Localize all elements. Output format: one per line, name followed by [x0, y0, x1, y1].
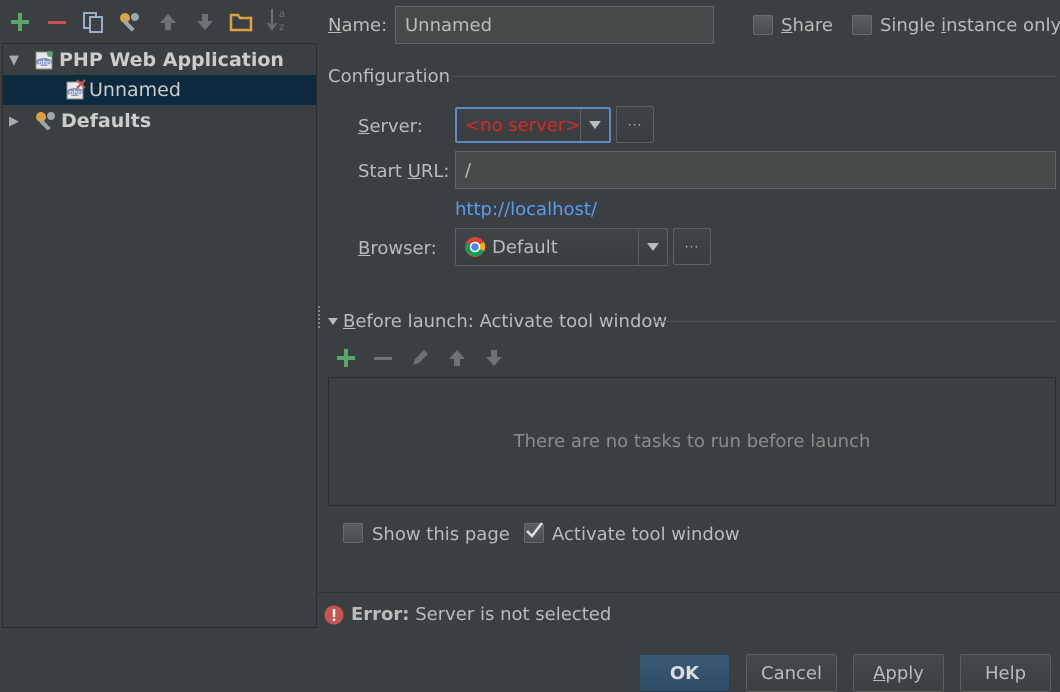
svg-text:php: php [38, 59, 52, 67]
move-up-icon [160, 14, 176, 30]
start-url-label: Start URL: [358, 161, 450, 182]
remove-icon [48, 21, 66, 24]
tasks-list[interactable]: There are no tasks to run before launch [328, 377, 1056, 506]
chevron-down-icon [580, 109, 609, 141]
add-icon [11, 13, 29, 31]
activate-tool-checkbox[interactable] [524, 522, 544, 543]
sort-button[interactable]: az [265, 7, 291, 33]
copy-button[interactable] [80, 9, 106, 35]
wrench-icon [36, 112, 55, 131]
chevron-down-icon [638, 229, 667, 265]
browser-select[interactable]: Default [455, 228, 668, 266]
svg-text:php: php [69, 89, 83, 97]
copy-icon [83, 12, 103, 33]
server-value: <no server> [465, 114, 581, 136]
localhost-link[interactable]: http://localhost/ [455, 199, 597, 220]
tree-item-label: Unnamed [89, 79, 181, 101]
error-text: Server is not selected [409, 604, 612, 625]
single-instance-checkbox[interactable] [852, 15, 872, 35]
server-label: Server: [358, 116, 423, 137]
move-task-up-button[interactable] [445, 346, 469, 370]
before-launch-toggle[interactable]: Before launch: Activate tool window [328, 311, 667, 332]
apply-button[interactable]: Apply [853, 654, 944, 692]
move-up-icon [449, 350, 465, 366]
checkmark-icon [526, 522, 543, 538]
svg-text:a: a [279, 9, 285, 20]
move-down-icon [197, 14, 213, 30]
before-launch-divider [653, 321, 1056, 322]
move-up-button[interactable] [155, 9, 181, 35]
svg-text:z: z [279, 22, 284, 33]
collapse-arrow-icon[interactable]: ▶ [6, 114, 22, 129]
show-page-label: Show this page [372, 524, 510, 545]
remove-icon [374, 357, 392, 360]
folder-button[interactable] [228, 9, 254, 35]
tree-item-defaults[interactable]: ▶ Defaults [3, 106, 316, 136]
browser-label: Browser: [358, 238, 437, 259]
cancel-button[interactable]: Cancel [746, 654, 837, 692]
before-launch-title: Before launch: Activate tool window [343, 311, 668, 332]
remove-button[interactable] [44, 9, 70, 35]
chrome-icon [465, 237, 486, 257]
start-url-input[interactable]: / [455, 151, 1056, 189]
move-down-icon [486, 350, 502, 366]
configuration-divider [452, 76, 1056, 77]
tree-item-label: Defaults [61, 110, 152, 132]
show-page-checkbox[interactable] [343, 523, 363, 543]
empty-tasks-text: There are no tasks to run before launch [513, 431, 871, 452]
php-icon: php [35, 51, 53, 70]
ok-button[interactable]: OK [639, 654, 730, 692]
collapse-triangle-icon [328, 318, 338, 325]
single-instance-label: Single instance only [880, 15, 1060, 36]
browser-more-button[interactable]: ··· [673, 228, 711, 265]
edit-defaults-button[interactable] [117, 9, 143, 35]
pencil-icon [413, 350, 428, 365]
move-task-down-button[interactable] [482, 346, 506, 370]
help-button[interactable]: Help [960, 654, 1051, 692]
expand-arrow-icon[interactable]: ▼ [6, 53, 22, 68]
php-error-icon: php [66, 79, 86, 100]
error-message: Error: Server is not selected [324, 604, 611, 625]
tree-item-unnamed[interactable]: php Unnamed [3, 75, 316, 105]
configuration-tree[interactable]: ▼ php PHP Web Application php Unnamed ▶ … [2, 43, 317, 628]
error-icon [324, 605, 344, 624]
server-more-button[interactable]: ··· [616, 106, 654, 143]
name-label: Name: [328, 15, 388, 36]
name-input[interactable]: Unnamed [395, 6, 714, 44]
tree-item-label: PHP Web Application [59, 49, 284, 71]
folder-icon [229, 13, 253, 32]
tree-item-php-web-application[interactable]: ▼ php PHP Web Application [3, 45, 316, 75]
add-icon [337, 349, 355, 367]
edit-task-button[interactable] [408, 346, 432, 370]
remove-task-button[interactable] [371, 346, 395, 370]
error-divider [316, 592, 1060, 593]
splitter-handle[interactable] [318, 306, 324, 328]
move-down-button[interactable] [192, 9, 218, 35]
share-label: Share [781, 15, 833, 36]
share-checkbox[interactable] [753, 15, 773, 35]
add-task-button[interactable] [334, 346, 358, 370]
server-select[interactable]: <no server> [455, 107, 611, 143]
add-button[interactable] [7, 9, 33, 35]
sort-icon: az [267, 9, 285, 33]
edit-defaults-icon [120, 13, 139, 32]
browser-value: Default [492, 236, 558, 258]
configuration-title: Configuration [328, 66, 451, 87]
error-label: Error: [351, 604, 410, 625]
activate-tool-label: Activate tool window [552, 524, 740, 545]
